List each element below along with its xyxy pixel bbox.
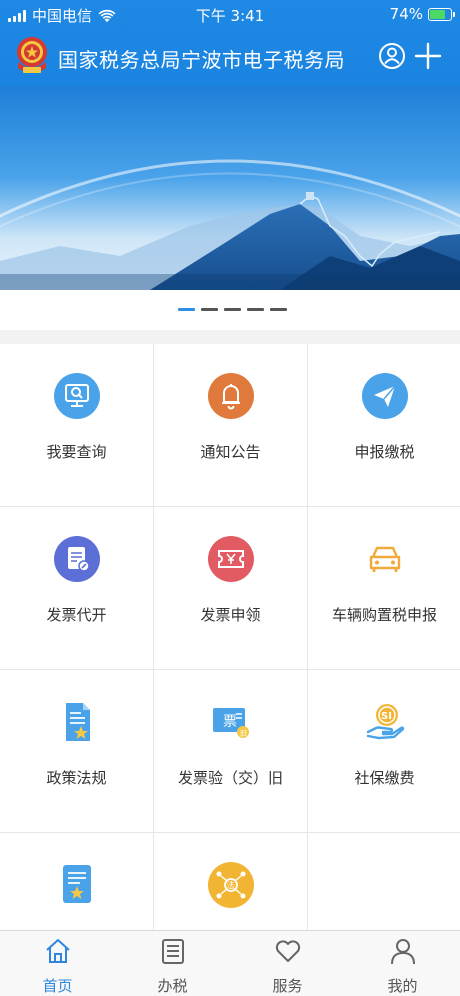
person-icon (390, 939, 415, 965)
paper-plane-icon (361, 373, 408, 419)
grid-item-label: 发票验（交）旧 (177, 769, 283, 787)
plus-icon[interactable] (414, 42, 442, 70)
grid-item-label: 社保缴费 (354, 769, 415, 787)
carousel-dot[interactable] (270, 308, 287, 311)
grid-item-declare-pay[interactable]: 申报缴税 (308, 344, 460, 506)
tab-label: 首页 (42, 977, 73, 995)
battery-percent: 74% (389, 5, 423, 23)
bottom-tab-bar: 首页 办税 服务 我的 (0, 930, 460, 996)
grid-item-label: 发票申领 (200, 606, 261, 624)
svg-text:票: 票 (223, 714, 237, 730)
page-title: 国家税务总局宁波市电子税务局 (58, 48, 345, 72)
svg-text:旧: 旧 (240, 730, 247, 738)
carousel-dot[interactable] (178, 308, 195, 311)
carousel-dot[interactable] (224, 308, 241, 311)
monitor-search-icon (53, 373, 100, 419)
certificate-star-icon (62, 865, 91, 903)
svg-text:SI: SI (381, 711, 392, 722)
grid-item-policy[interactable]: 政策法规 (0, 670, 153, 832)
grid-item-notice[interactable]: 通知公告 (154, 344, 307, 506)
invoice-edit-icon (53, 536, 100, 582)
status-bar: 中国电信 下午 3:41 74% (0, 0, 460, 30)
ticket-yen-icon (207, 536, 254, 582)
tab-label: 我的 (387, 977, 418, 995)
user-circle-icon[interactable] (378, 42, 406, 70)
tab-tax[interactable]: 办税 (115, 931, 230, 996)
grid-item-label: 政策法规 (46, 769, 107, 787)
carousel-dot[interactable] (247, 308, 264, 311)
heart-icon (275, 940, 300, 962)
list-icon (161, 939, 184, 964)
grid-item-query[interactable]: 我要查询 (0, 344, 153, 506)
service-grid: 我要查询 通知公告 申报缴税 发票代开 发票申领 车辆购置税申报 政策法规 票 … (0, 344, 460, 930)
document-star-icon (65, 703, 90, 741)
tax-emblem-icon (17, 37, 47, 73)
grid-item-label: 车辆购置税申报 (331, 606, 437, 624)
banner-carousel[interactable] (0, 86, 460, 290)
tab-label: 办税 (157, 977, 188, 995)
grid-item-vehicle-tax[interactable]: 车辆购置税申报 (308, 507, 460, 669)
app-header: 中国电信 下午 3:41 74% 国家税务总局宁波市电子税务局 (0, 0, 460, 86)
invoice-ticket-icon: 票 旧 (212, 708, 249, 738)
grid-item-law-network[interactable]: 法 (154, 833, 307, 930)
carousel-indicator (0, 290, 460, 330)
title-bar: 国家税务总局宁波市电子税务局 (0, 30, 460, 86)
grid-item-invoice-issue[interactable]: 发票代开 (0, 507, 153, 669)
grid-item-label: 发票代开 (46, 606, 107, 624)
svg-text:法: 法 (226, 880, 235, 892)
bell-icon (207, 373, 254, 419)
tab-service[interactable]: 服务 (230, 931, 345, 996)
grid-item-label: 我要查询 (46, 443, 107, 461)
grid-item-label: 通知公告 (200, 443, 261, 461)
home-icon (45, 939, 70, 963)
grid-item-invoice-apply[interactable]: 发票申领 (154, 507, 307, 669)
grid-item-invoice-verify[interactable]: 票 旧 发票验（交）旧 (154, 670, 307, 832)
law-network-icon: 法 (207, 862, 254, 908)
car-icon (369, 546, 400, 572)
grid-item-empty (308, 833, 460, 930)
battery-icon (428, 7, 455, 21)
grid-item-label: 申报缴税 (354, 443, 415, 461)
tab-label: 服务 (272, 977, 303, 995)
carousel-dot[interactable] (201, 308, 218, 311)
grid-item-social-security[interactable]: SI 社保缴费 (308, 670, 460, 832)
social-security-hand-icon: SI (366, 704, 404, 740)
tab-mine[interactable]: 我的 (345, 931, 460, 996)
tab-home[interactable]: 首页 (0, 931, 115, 996)
great-wall-banner-image (0, 86, 460, 290)
grid-item-certificate[interactable] (0, 833, 153, 930)
